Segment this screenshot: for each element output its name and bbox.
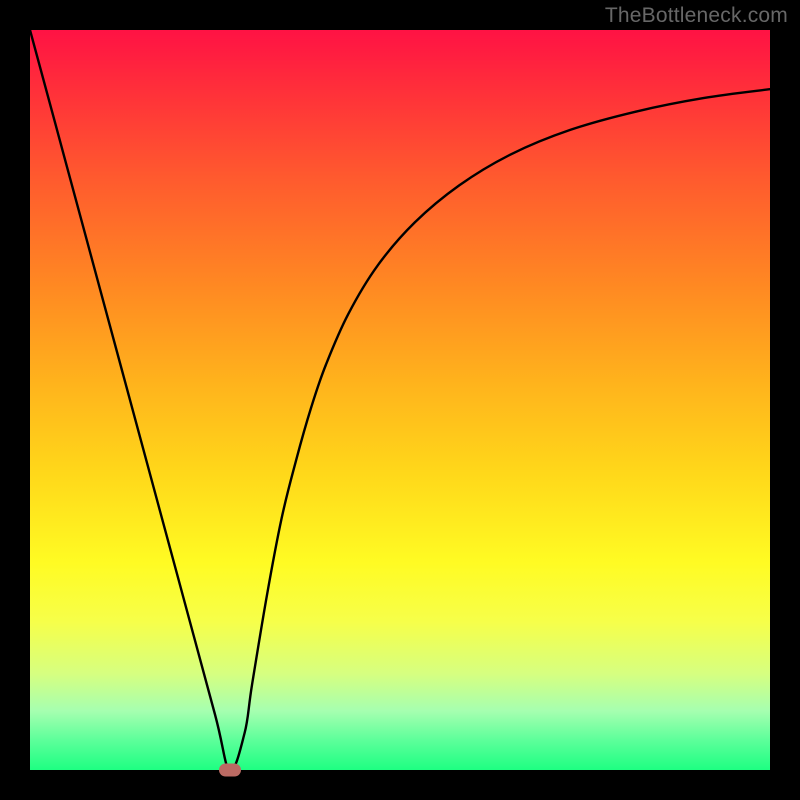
watermark-text: TheBottleneck.com: [605, 4, 788, 28]
chart-frame: TheBottleneck.com: [0, 0, 800, 800]
bottleneck-curve: [30, 30, 770, 770]
curve-path: [30, 30, 770, 770]
optimal-marker: [219, 764, 241, 777]
plot-area: [30, 30, 770, 770]
